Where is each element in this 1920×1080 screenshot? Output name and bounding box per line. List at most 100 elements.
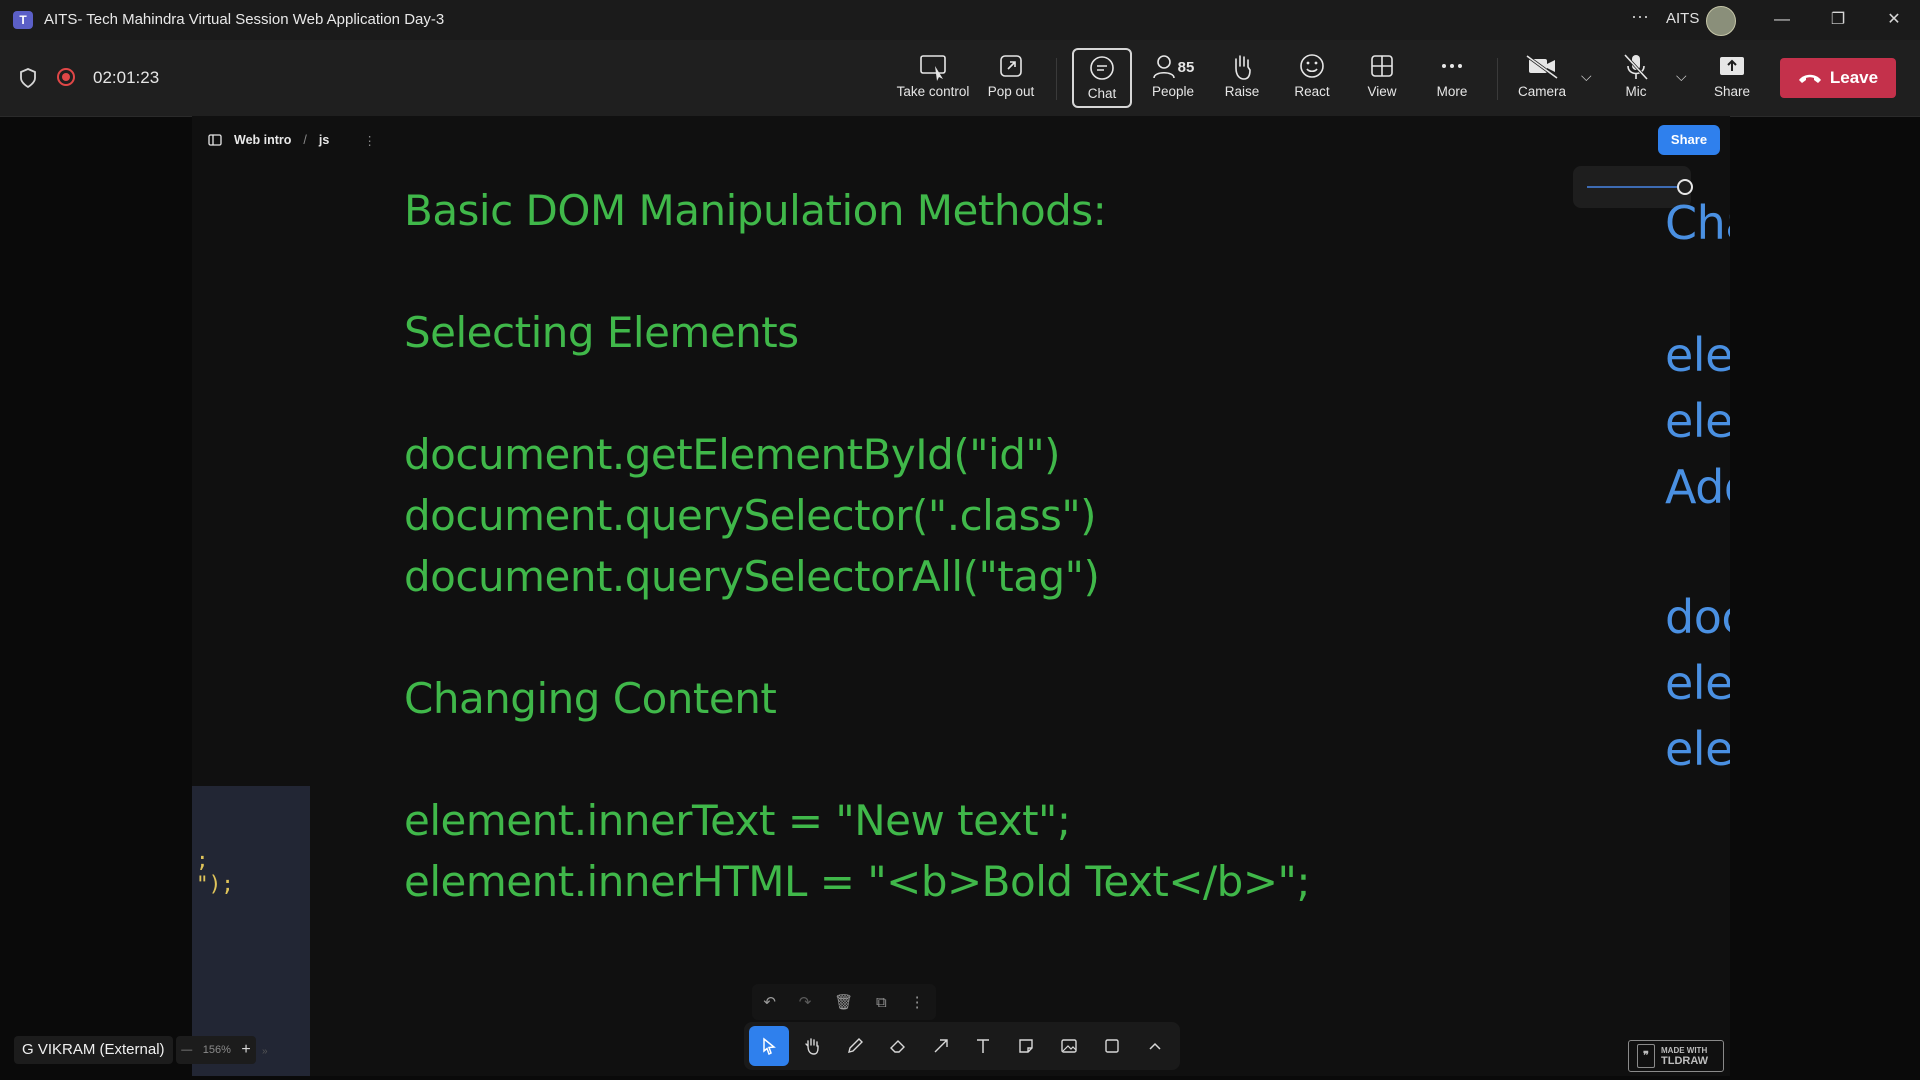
code-snippet: ; "); <box>196 848 234 896</box>
take-control-icon <box>920 55 946 81</box>
code-line: element.innerHTML = "<b>Bold Text</b>"; <box>404 857 1310 906</box>
hang-up-icon <box>1798 74 1821 83</box>
made-with-tldraw-badge[interactable]: ❞ MADE WITH TLDRAW <box>1628 1040 1724 1072</box>
code-line: document.querySelector(".class") <box>404 491 1097 540</box>
slide-heading: Basic DOM Manipulation Methods: <box>404 186 1107 235</box>
more-tools-chevron-up-icon[interactable] <box>1135 1026 1175 1066</box>
people-button[interactable]: 85 People <box>1142 48 1204 108</box>
shared-screen-canvas[interactable]: Web intro / js ⋮ Share Basic DOM Manipul… <box>192 116 1730 1076</box>
zoom-out-icon[interactable]: — <box>181 1044 192 1056</box>
rectangle-tool-icon[interactable] <box>1092 1026 1132 1066</box>
share-screen-button[interactable]: Share <box>1704 48 1760 108</box>
smiley-icon <box>1300 54 1324 78</box>
people-count: 85 <box>1177 58 1195 76</box>
more-button[interactable]: More <box>1424 48 1480 108</box>
take-control-button[interactable]: Take control <box>893 48 973 108</box>
code-snippet-line: ; <box>196 848 209 872</box>
badge-line: MADE WITH <box>1661 1045 1708 1055</box>
right-slide-subtitle: Adding & Re <box>1665 460 1730 514</box>
raise-hand-button[interactable]: Raise <box>1214 48 1270 108</box>
actions-menu-icon[interactable]: ⋮ <box>910 993 925 1011</box>
code-line: document.getElementById("id") <box>404 430 1061 479</box>
chat-icon <box>1090 56 1114 80</box>
leave-label: Leave <box>1829 68 1879 87</box>
sidebar-toggle-icon[interactable] <box>208 134 222 146</box>
close-window-button[interactable]: ✕ <box>1879 8 1909 32</box>
avatar[interactable] <box>1706 6 1736 36</box>
more-options-icon[interactable]: ··· <box>1631 6 1649 27</box>
mic-options-chevron-icon[interactable]: ⌵ <box>1676 68 1687 85</box>
mic-off-icon <box>1623 53 1649 81</box>
drawing-toolbar <box>744 1022 1180 1070</box>
right-code-line: element.ap <box>1665 656 1730 710</box>
camera-label: Camera <box>1517 84 1566 99</box>
badge-line: TLDRAW <box>1661 1054 1709 1067</box>
chat-button[interactable]: Chat <box>1072 48 1132 108</box>
select-tool-icon[interactable] <box>749 1026 790 1066</box>
people-icon <box>1152 55 1175 79</box>
selecting-elements-title: Selecting Elements <box>404 308 799 357</box>
window-titlebar: T AITS- Tech Mahindra Virtual Session We… <box>0 0 1920 40</box>
raise-hand-icon <box>1235 55 1251 80</box>
code-line: element.innerText = "New text"; <box>404 796 1071 845</box>
share-label: Share <box>1713 84 1751 99</box>
image-tool-icon[interactable] <box>1049 1026 1089 1066</box>
camera-button[interactable]: Camera <box>1512 48 1572 108</box>
badge-text: MADE WITH TLDRAW <box>1661 1046 1708 1067</box>
breadcrumb: Web intro / js ⋮ <box>208 130 376 150</box>
shield-icon[interactable] <box>19 68 37 88</box>
undo-icon[interactable]: ↶ <box>763 993 776 1011</box>
meeting-toolbar: 02:01:23 Take control Pop out Chat 85 Pe… <box>0 40 1920 117</box>
right-code-line: element.sty <box>1665 328 1730 382</box>
zoom-controls: — 156% + <box>176 1036 256 1064</box>
redo-icon[interactable]: ↷ <box>799 993 812 1011</box>
view-button[interactable]: View <box>1354 48 1410 108</box>
share-screen-icon <box>1720 57 1744 75</box>
page-menu-icon[interactable]: ⋮ <box>363 133 376 148</box>
hand-tool-icon[interactable] <box>792 1026 832 1066</box>
take-control-label: Take control <box>896 84 970 99</box>
note-tool-icon[interactable] <box>1006 1026 1046 1066</box>
breadcrumb-separator: / <box>303 133 307 147</box>
people-icon-group: 85 <box>1142 52 1204 82</box>
restore-button[interactable]: ❐ <box>1823 8 1853 32</box>
text-tool-icon[interactable] <box>963 1026 1003 1066</box>
code-editor-panel <box>192 786 310 1076</box>
right-slide-clipped: Changing S element.sty element.sty Addin… <box>1472 116 1730 1076</box>
pop-out-button[interactable]: Pop out <box>983 48 1039 108</box>
meeting-timer: 02:01:23 <box>93 68 160 87</box>
raise-label: Raise <box>1224 84 1260 99</box>
pop-out-icon <box>1000 55 1022 77</box>
ellipsis-icon <box>1442 64 1462 68</box>
code-snippet-line: "); <box>196 872 234 896</box>
draw-tool-icon[interactable] <box>835 1026 875 1066</box>
pop-out-label: Pop out <box>987 84 1035 99</box>
zoom-level[interactable]: 156% <box>203 1044 231 1056</box>
window-title: AITS- Tech Mahindra Virtual Session Web … <box>44 11 445 28</box>
breadcrumb-item-web-intro[interactable]: Web intro <box>234 133 291 147</box>
right-slide-title: Changing S <box>1665 196 1730 250</box>
mic-button[interactable]: Mic <box>1608 48 1664 108</box>
arrow-tool-icon[interactable] <box>921 1026 961 1066</box>
react-button[interactable]: React <box>1284 48 1340 108</box>
right-code-line: document.c <box>1665 590 1730 644</box>
teams-icon: T <box>13 11 33 29</box>
expand-icon[interactable]: » <box>262 1046 268 1057</box>
duplicate-icon[interactable]: ⧉ <box>876 994 887 1011</box>
trash-icon[interactable]: 🗑 <box>834 993 853 1011</box>
right-code-line: element.sty <box>1665 394 1730 448</box>
leave-button[interactable]: Leave <box>1780 58 1896 98</box>
breadcrumb-item-js[interactable]: js <box>319 133 329 147</box>
grid-view-icon <box>1371 55 1393 77</box>
minimize-button[interactable]: — <box>1767 8 1797 32</box>
right-code-line: element.rer <box>1665 722 1730 776</box>
zoom-in-icon[interactable]: + <box>241 1041 250 1059</box>
toolbar-divider <box>1497 58 1498 100</box>
recording-icon <box>57 68 75 86</box>
chat-label: Chat <box>1087 86 1117 101</box>
eraser-tool-icon[interactable] <box>878 1026 918 1066</box>
react-label: React <box>1294 84 1330 99</box>
toolbar-divider <box>1056 58 1057 100</box>
org-name: AITS <box>1666 10 1700 27</box>
camera-options-chevron-icon[interactable]: ⌵ <box>1581 68 1592 85</box>
